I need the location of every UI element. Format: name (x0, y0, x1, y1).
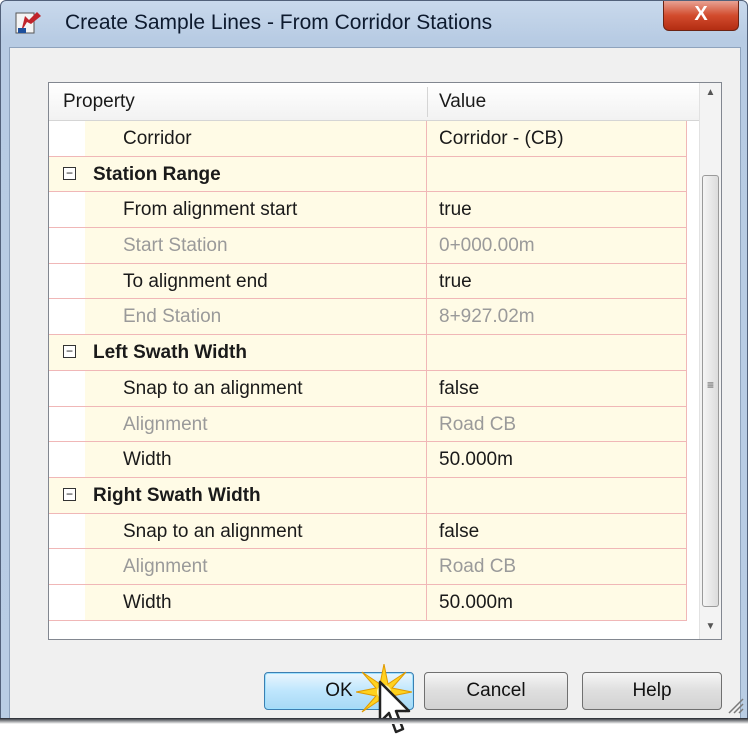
row-gutter (49, 584, 85, 620)
category-label: Left Swath Width (85, 335, 427, 370)
row-gutter: − (49, 477, 85, 513)
category-label: Station Range (85, 156, 427, 192)
row-gutter (49, 549, 85, 584)
row-gutter (49, 442, 85, 477)
dialog-title: Create Sample Lines - From Corridor Stat… (65, 11, 493, 34)
property-row[interactable]: End Station 8+927.02m (49, 299, 687, 336)
property-row[interactable]: From alignment start true (49, 192, 687, 229)
cancel-button[interactable]: Cancel (424, 672, 568, 710)
property-value (427, 335, 687, 370)
scroll-up-arrow-icon[interactable]: ▲ (700, 83, 721, 103)
grid-rows: Corridor Corridor - (CB) − Station Range Fro… (49, 121, 687, 621)
scroll-down-arrow-icon[interactable]: ▼ (700, 617, 721, 637)
property-row[interactable]: Alignment Road CB (49, 549, 687, 585)
property-value: 0+000.00m (427, 228, 687, 263)
category-row[interactable]: − Right Swath Width (49, 477, 687, 514)
property-column-header[interactable]: Property (63, 83, 423, 121)
vertical-scrollbar[interactable]: ▲ ≡ ▼ (699, 83, 721, 639)
property-value (427, 477, 687, 513)
property-name: Start Station (85, 228, 427, 263)
civil3d-app-icon (15, 12, 41, 34)
category-row[interactable]: − Left Swath Width (49, 335, 687, 371)
property-name: Width (85, 442, 427, 477)
window-bottom-shadow (0, 718, 748, 724)
property-value: Road CB (427, 549, 687, 584)
property-name: Corridor (85, 121, 427, 156)
grid-header: Property Value (49, 83, 699, 121)
property-row[interactable]: Start Station 0+000.00m (49, 228, 687, 264)
row-gutter: − (49, 335, 85, 370)
property-value: 8+927.02m (427, 299, 687, 335)
row-gutter (49, 228, 85, 263)
collapse-toggle-icon[interactable]: − (63, 345, 76, 359)
property-grid: Property Value Corridor Corridor - (CB) − S… (48, 82, 722, 640)
title-bar[interactable]: Create Sample Lines - From Corridor Stat… (1, 1, 747, 47)
property-value (427, 156, 687, 192)
mouse-cursor-icon (378, 680, 411, 734)
close-button[interactable]: X (663, 1, 739, 31)
property-name: Alignment (85, 549, 427, 584)
property-value[interactable]: true (427, 263, 687, 299)
property-name: Snap to an alignment (85, 370, 427, 406)
row-gutter (49, 370, 85, 406)
property-value[interactable]: true (427, 192, 687, 228)
row-gutter (49, 513, 85, 549)
help-button[interactable]: Help (582, 672, 722, 710)
property-row[interactable]: Snap to an alignment false (49, 370, 687, 407)
property-name: Width (85, 584, 427, 620)
property-name: Alignment (85, 406, 427, 442)
row-gutter (49, 121, 85, 156)
scroll-grip-icon: ≡ (707, 378, 715, 392)
property-value[interactable]: 50.000m (427, 584, 687, 620)
property-name: From alignment start (85, 192, 427, 228)
row-gutter (49, 299, 85, 335)
property-name: End Station (85, 299, 427, 335)
category-row[interactable]: − Station Range (49, 156, 687, 193)
resize-grip-icon[interactable] (726, 696, 744, 714)
collapse-toggle-icon[interactable]: − (63, 166, 76, 180)
property-row[interactable]: Alignment Road CB (49, 406, 687, 443)
property-value[interactable]: Corridor - (CB) (427, 121, 687, 156)
header-separator (427, 87, 428, 117)
property-value[interactable]: 50.000m (427, 442, 687, 477)
property-row[interactable]: Width 50.000m (49, 442, 687, 478)
property-name: Snap to an alignment (85, 513, 427, 549)
row-gutter: − (49, 156, 85, 192)
property-name: To alignment end (85, 263, 427, 299)
row-gutter (49, 406, 85, 442)
property-row[interactable]: Width 50.000m (49, 584, 687, 621)
scroll-thumb[interactable]: ≡ (702, 175, 719, 607)
property-row[interactable]: Snap to an alignment false (49, 513, 687, 550)
row-gutter (49, 192, 85, 228)
row-gutter (49, 263, 85, 299)
value-column-header[interactable]: Value (439, 83, 689, 121)
collapse-toggle-icon[interactable]: − (63, 487, 76, 501)
property-row[interactable]: To alignment end true (49, 263, 687, 300)
property-row[interactable]: Corridor Corridor - (CB) (49, 121, 687, 157)
property-value: Road CB (427, 406, 687, 442)
property-value[interactable]: false (427, 370, 687, 406)
property-value[interactable]: false (427, 513, 687, 549)
category-label: Right Swath Width (85, 477, 427, 513)
